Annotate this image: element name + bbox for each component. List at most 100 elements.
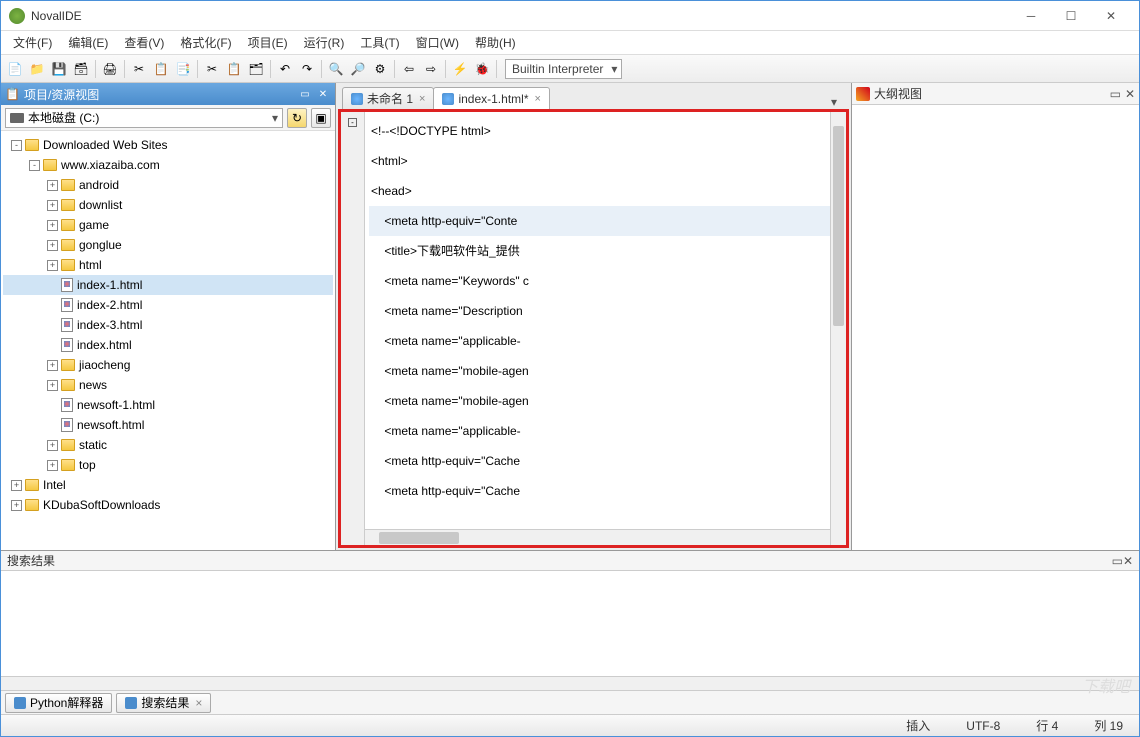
refresh-button[interactable]: ↻ [287, 108, 307, 128]
interpreter-select[interactable]: Builtin Interpreter [505, 59, 622, 79]
tree-item[interactable]: +html [3, 255, 333, 275]
expand-icon[interactable]: + [47, 220, 58, 231]
tree-item[interactable]: +Intel [3, 475, 333, 495]
find-icon[interactable]: 🔍 [326, 59, 346, 79]
code-line[interactable]: <meta http-equiv="Cache [369, 476, 830, 506]
code-line[interactable]: <!--<!DOCTYPE html> [369, 116, 830, 146]
tree-item[interactable]: -Downloaded Web Sites [3, 135, 333, 155]
minimize-button[interactable]: ─ [1011, 2, 1051, 30]
expand-icon[interactable]: + [47, 460, 58, 471]
run-icon[interactable]: ⚡ [450, 59, 470, 79]
copy-icon[interactable]: 📋 [151, 59, 171, 79]
tab-close-icon[interactable]: × [534, 93, 540, 105]
menu-项目(E)[interactable]: 项目(E) [240, 32, 296, 53]
bottom-tab[interactable]: Python解释器 [5, 693, 112, 713]
expand-icon[interactable]: + [47, 180, 58, 191]
menu-窗口(W)[interactable]: 窗口(W) [408, 32, 467, 53]
tree-item[interactable]: +android [3, 175, 333, 195]
paste-icon[interactable]: 📑 [173, 59, 193, 79]
scissors-icon[interactable]: ✂ [202, 59, 222, 79]
expand-icon[interactable] [47, 400, 58, 411]
arrow-right-icon[interactable]: ⇨ [421, 59, 441, 79]
expand-icon[interactable] [47, 280, 58, 291]
tree-item[interactable]: +game [3, 215, 333, 235]
code-line[interactable]: <meta name="mobile-agen [369, 356, 830, 386]
horizontal-scrollbar[interactable] [1, 676, 1139, 690]
code-line[interactable]: <meta http-equiv="Cache [369, 446, 830, 476]
tree-item[interactable]: +gonglue [3, 235, 333, 255]
code-line[interactable]: <html> [369, 146, 830, 176]
search-results-body[interactable] [1, 571, 1139, 676]
menu-查看(V)[interactable]: 查看(V) [116, 32, 172, 53]
tree-item[interactable]: index.html [3, 335, 333, 355]
zoom-icon[interactable]: 🔎 [348, 59, 368, 79]
editor-tab[interactable]: index-1.html*× [433, 87, 549, 109]
panel-close-icon[interactable]: ✕ [315, 87, 331, 101]
tree-item[interactable]: index-2.html [3, 295, 333, 315]
menu-运行(R)[interactable]: 运行(R) [296, 32, 353, 53]
expand-icon[interactable]: + [47, 240, 58, 251]
close-button[interactable]: ✕ [1091, 2, 1131, 30]
expand-icon[interactable]: - [29, 160, 40, 171]
panel-minimize-icon[interactable]: ▭ [1112, 554, 1123, 568]
panel-close-icon[interactable]: ✕ [1125, 87, 1135, 101]
expand-icon[interactable]: + [11, 480, 22, 491]
menu-工具(T)[interactable]: 工具(T) [352, 32, 407, 53]
panel-close-icon[interactable]: ✕ [1123, 554, 1133, 568]
menu-格式化(F)[interactable]: 格式化(F) [172, 32, 239, 53]
gear-icon[interactable]: ⚙ [370, 59, 390, 79]
tree-item[interactable]: +news [3, 375, 333, 395]
tab-menu-icon[interactable]: ▾ [823, 95, 845, 109]
expand-icon[interactable]: - [11, 140, 22, 151]
code-line[interactable]: <meta name="applicable- [369, 326, 830, 356]
save-all-icon[interactable]: 🗃 [71, 59, 91, 79]
arrow-left-icon[interactable]: ⇦ [399, 59, 419, 79]
tree-item[interactable]: index-3.html [3, 315, 333, 335]
undo-icon[interactable]: ↶ [275, 59, 295, 79]
expand-icon[interactable]: + [47, 380, 58, 391]
menu-编辑(E)[interactable]: 编辑(E) [60, 32, 116, 53]
open-icon[interactable]: 📁 [27, 59, 47, 79]
debug-icon[interactable]: 🐞 [472, 59, 492, 79]
tree-item[interactable]: -www.xiazaiba.com [3, 155, 333, 175]
tree-item[interactable]: +jiaocheng [3, 355, 333, 375]
file-tree[interactable]: -Downloaded Web Sites-www.xiazaiba.com+a… [1, 131, 335, 550]
expand-icon[interactable] [47, 420, 58, 431]
bottom-tab[interactable]: 搜索结果× [116, 693, 211, 713]
tree-item[interactable]: +top [3, 455, 333, 475]
code-line[interactable]: <head> [369, 176, 830, 206]
tree-item[interactable]: +downlist [3, 195, 333, 215]
expand-icon[interactable]: + [47, 440, 58, 451]
print-icon[interactable]: 🖨 [100, 59, 120, 79]
horizontal-scrollbar[interactable] [365, 529, 830, 545]
editor-gutter[interactable]: - [341, 112, 365, 545]
scrollbar-thumb[interactable] [833, 126, 844, 326]
code-line[interactable]: <meta name="Keywords" c [369, 266, 830, 296]
editor-tab[interactable]: 未命名 1× [342, 87, 434, 109]
fold-toggle-icon[interactable]: - [348, 118, 357, 127]
expand-icon[interactable] [47, 320, 58, 331]
tab-close-icon[interactable]: × [419, 93, 425, 105]
scrollbar-thumb[interactable] [379, 532, 459, 544]
code-line[interactable]: <meta name="applicable- [369, 416, 830, 446]
vertical-scrollbar[interactable] [830, 112, 846, 545]
save-icon[interactable]: 💾 [49, 59, 69, 79]
code-editor[interactable]: <!--<!DOCTYPE html><html><head> <meta ht… [365, 112, 830, 545]
code-line[interactable]: <meta http-equiv="Conte [369, 206, 830, 236]
panel-minimize-icon[interactable]: ▭ [297, 87, 313, 101]
code-line[interactable]: <meta name="mobile-agen [369, 386, 830, 416]
menu-文件(F)[interactable]: 文件(F) [5, 32, 60, 53]
new-file-icon[interactable]: 📄 [5, 59, 25, 79]
expand-icon[interactable]: + [47, 360, 58, 371]
collapse-button[interactable]: ▣ [311, 108, 331, 128]
expand-icon[interactable]: + [11, 500, 22, 511]
tree-item[interactable]: index-1.html [3, 275, 333, 295]
redo-icon[interactable]: ↷ [297, 59, 317, 79]
tree-item[interactable]: newsoft.html [3, 415, 333, 435]
cut-icon[interactable]: ✂ [129, 59, 149, 79]
maximize-button[interactable]: ☐ [1051, 2, 1091, 30]
tree-item[interactable]: newsoft-1.html [3, 395, 333, 415]
expand-icon[interactable] [47, 300, 58, 311]
tab-close-icon[interactable]: × [195, 696, 202, 710]
expand-icon[interactable]: + [47, 200, 58, 211]
